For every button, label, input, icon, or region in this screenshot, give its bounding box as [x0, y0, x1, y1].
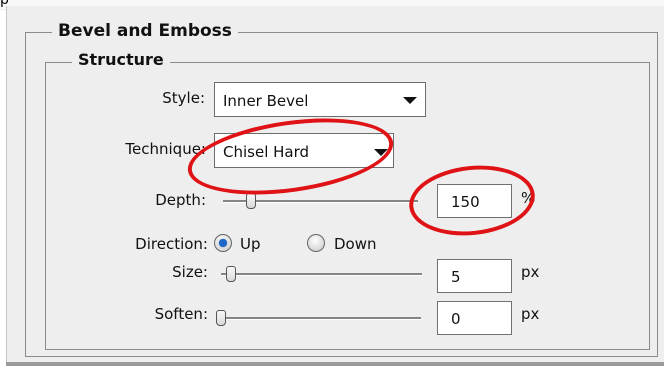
soften-unit: px	[521, 305, 540, 323]
soften-slider-thumb[interactable]	[216, 310, 226, 326]
soften-label: Soften:	[154, 305, 208, 323]
direction-up-label[interactable]: Up	[240, 235, 261, 253]
style-label: Style:	[162, 89, 205, 107]
soften-slider-track[interactable]	[216, 317, 421, 319]
depth-input[interactable]: 150	[437, 184, 512, 218]
depth-unit: %	[521, 189, 536, 207]
soften-input[interactable]: 0	[437, 301, 512, 335]
size-input[interactable]: 5	[437, 259, 512, 293]
depth-label: Depth:	[155, 191, 206, 209]
bevel-emboss-dialog-screenshot: p Bevel and Emboss Structure Style: Inne…	[0, 0, 664, 371]
technique-label: Technique:	[125, 140, 206, 158]
structure-title: Structure	[72, 50, 170, 70]
panel-bottom-border	[6, 362, 664, 366]
size-unit: px	[521, 263, 540, 281]
technique-dropdown[interactable]: Chisel Hard	[214, 133, 394, 168]
technique-value: Chisel Hard	[223, 143, 310, 161]
direction-down-label[interactable]: Down	[334, 235, 377, 253]
bevel-emboss-title: Bevel and Emboss	[52, 21, 238, 41]
size-slider-thumb[interactable]	[226, 266, 236, 282]
direction-down-radio[interactable]	[307, 234, 325, 252]
chevron-down-icon	[374, 149, 388, 156]
size-slider-track[interactable]	[221, 273, 422, 275]
style-value: Inner Bevel	[223, 92, 309, 110]
depth-slider-thumb[interactable]	[246, 193, 256, 209]
direction-label: Direction:	[135, 235, 208, 253]
chevron-down-icon	[403, 97, 417, 104]
direction-up-radio[interactable]	[214, 234, 232, 252]
size-label: Size:	[172, 263, 208, 281]
style-dropdown[interactable]: Inner Bevel	[214, 82, 426, 117]
